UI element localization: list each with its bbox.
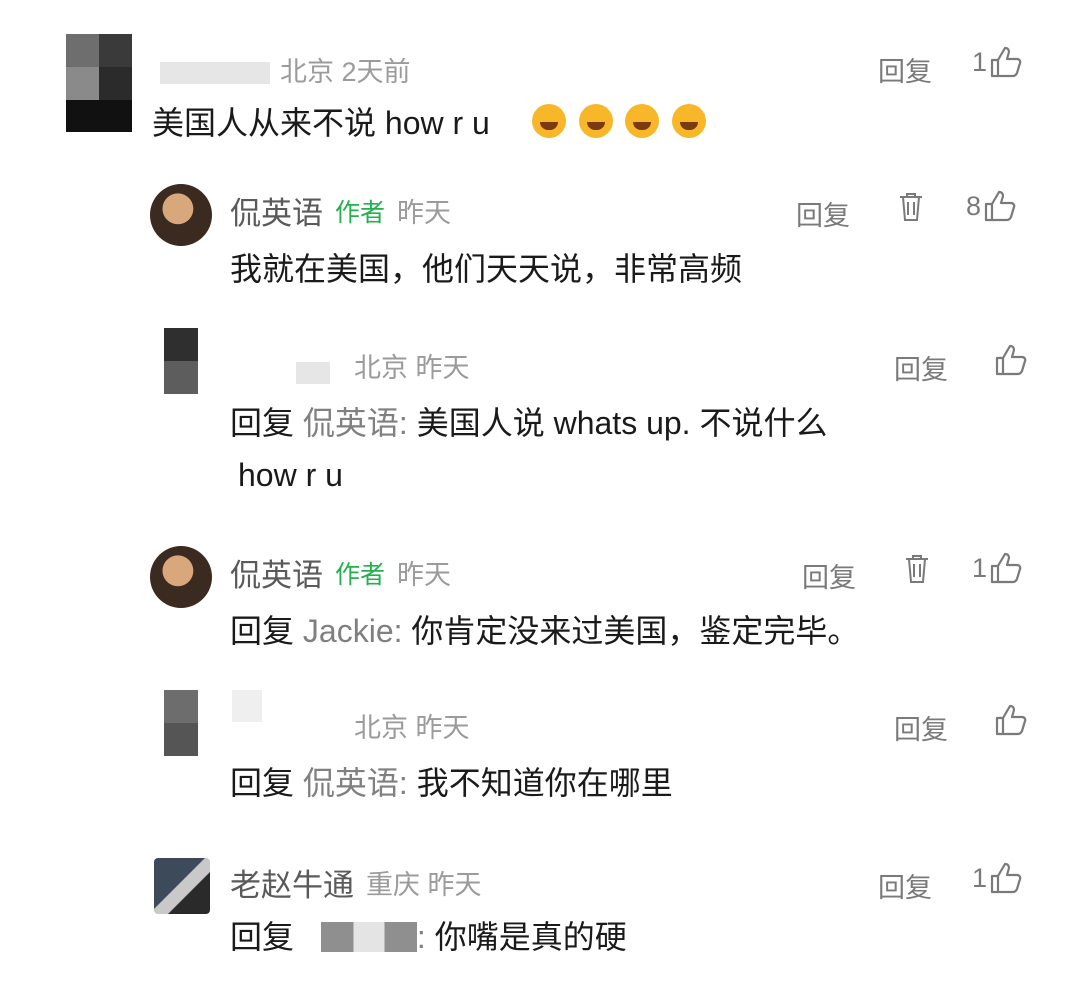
author-tag: 作者 (335, 560, 386, 589)
like-count: 1 (972, 862, 988, 893)
reply-prefix: 回复 (230, 919, 295, 955)
reply-button[interactable]: 回复 (878, 866, 932, 905)
comment-text: 回复 : 你嘴是真的硬 (230, 919, 627, 955)
comment-text: 美国人从来不说 how r u (152, 98, 710, 148)
reply-target[interactable]: Jackie (303, 613, 394, 649)
delete-icon[interactable] (904, 554, 930, 584)
reply-button[interactable]: 回复 (894, 708, 948, 747)
delete-icon[interactable] (898, 192, 924, 222)
comment-meta: 北京 昨天 (354, 713, 470, 743)
username-blurred (160, 62, 270, 84)
timestamp: 昨天 (397, 560, 452, 590)
location-time: 重庆 昨天 (366, 870, 482, 900)
comment-text: 回复 Jackie: 你肯定没来过美国，鉴定完毕。 (230, 613, 860, 649)
like-button[interactable]: 1 (972, 862, 1023, 894)
thumbs-up-icon (990, 46, 1022, 78)
reply-button[interactable]: 回复 (796, 194, 850, 233)
like-count: 1 (972, 46, 988, 77)
avatar-blurred[interactable] (164, 690, 198, 756)
comment-1: 北京 2天前 美国人从来不说 how r u 回复 1 (0, 0, 1080, 170)
reply-prefix: 回复 (230, 765, 295, 801)
author-avatar[interactable] (150, 546, 212, 608)
comment-body: 美国人从来不说 how r u (152, 105, 490, 141)
timestamp: 昨天 (397, 198, 452, 228)
comment-meta: 侃英语 作者 昨天 (230, 550, 451, 595)
cry-laugh-emoji (625, 104, 660, 138)
comment-meta: 北京 昨天 (354, 353, 470, 383)
author-tag: 作者 (335, 198, 386, 227)
user-avatar[interactable] (154, 858, 210, 914)
thumbs-up-icon (984, 190, 1016, 222)
author-avatar[interactable] (150, 184, 212, 246)
thumbs-up-icon (990, 552, 1022, 584)
comment-3: 北京 昨天 回复 侃英语: 美国人说 whats up. 不说什么 how r … (0, 310, 1080, 530)
thumbs-up-icon (995, 704, 1027, 736)
comment-body: 我不知道你在哪里 (416, 765, 673, 801)
comment-6: 老赵牛通 重庆 昨天 回复 : 你嘴是真的硬 回复 1 (0, 830, 1080, 995)
thumbs-up-icon (995, 344, 1027, 376)
reply-target-blurred[interactable] (320, 922, 417, 952)
avatar-blurred[interactable] (66, 34, 132, 132)
reply-button[interactable]: 回复 (878, 50, 932, 89)
reply-target[interactable]: 侃英语 (303, 765, 399, 801)
author-name[interactable]: 侃英语 (230, 188, 323, 233)
grin-emoji (578, 104, 613, 138)
thumbs-up-icon (990, 862, 1022, 894)
like-count: 1 (972, 552, 988, 583)
comment-text: 回复 侃英语: 我不知道你在哪里 (230, 765, 673, 801)
cry-laugh-emoji (531, 104, 566, 138)
comment-text: 回复 侃英语: 美国人说 whats up. 不说什么 (230, 405, 828, 441)
author-name[interactable]: 侃英语 (230, 550, 323, 595)
like-button[interactable] (994, 704, 1028, 736)
comment-text-line2: how r u (238, 457, 343, 493)
author-name[interactable]: 老赵牛通 (230, 860, 354, 905)
comment-body: 美国人说 whats up. 不说什么 (416, 405, 828, 441)
like-button[interactable]: 1 (972, 46, 1023, 78)
comment-meta: 北京 2天前 (280, 57, 411, 87)
reply-prefix: 回复 (230, 405, 295, 441)
reply-button[interactable]: 回复 (894, 348, 948, 387)
comment-meta: 侃英语 作者 昨天 (230, 188, 451, 233)
grin-emoji (672, 104, 707, 138)
like-count: 8 (966, 190, 982, 221)
comment-text: 我就在美国，他们天天说，非常高频 (230, 251, 743, 287)
comment-5: 北京 昨天 回复 侃英语: 我不知道你在哪里 回复 (0, 670, 1080, 830)
comment-2: 侃英语 作者 昨天 我就在美国，他们天天说，非常高频 回复 8 (0, 170, 1080, 310)
like-button[interactable]: 1 (972, 552, 1023, 584)
comment-body: 你嘴是真的硬 (434, 919, 627, 955)
reply-prefix: 回复 (230, 613, 295, 649)
username-blurred (232, 690, 262, 722)
like-button[interactable]: 8 (966, 190, 1017, 222)
avatar-blurred[interactable] (164, 328, 198, 394)
comment-body: 你肯定没来过美国，鉴定完毕。 (411, 613, 860, 649)
reply-target[interactable]: 侃英语 (303, 405, 399, 441)
reply-button[interactable]: 回复 (802, 556, 856, 595)
username-blurred (296, 362, 330, 384)
comment-meta: 老赵牛通 重庆 昨天 (230, 860, 482, 905)
comment-4: 侃英语 作者 昨天 回复 Jackie: 你肯定没来过美国，鉴定完毕。 回复 1 (0, 530, 1080, 670)
like-button[interactable] (994, 344, 1028, 376)
